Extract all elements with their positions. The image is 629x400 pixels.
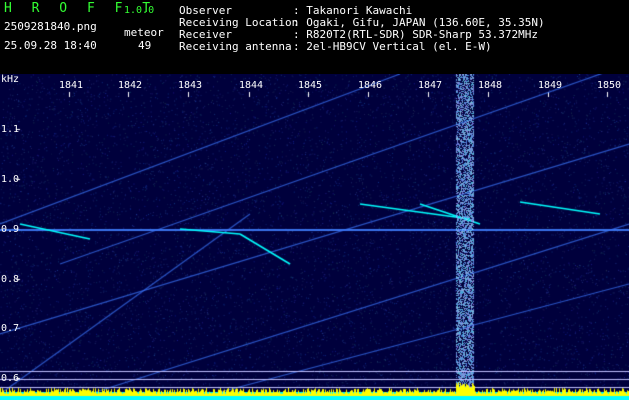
time-label: 1841 <box>59 80 84 91</box>
freq-axis-unit: kHz <box>1 74 20 85</box>
freq-label: 0.9 <box>1 224 20 235</box>
meteor-label: meteor <box>124 26 164 39</box>
time-label: 1843 <box>178 80 203 91</box>
datetime-label: 25.09.28 18:40 <box>4 39 97 52</box>
time-label: 1845 <box>298 80 323 91</box>
time-label: 1846 <box>358 80 383 91</box>
spectrogram-canvas <box>0 74 629 400</box>
time-label: 1850 <box>597 80 622 91</box>
freq-label: 1.1 <box>1 124 20 135</box>
info-value-antenna: : 2el-HB9CV Vertical (el. E-W) <box>293 40 492 53</box>
time-label: 1844 <box>239 80 264 91</box>
time-label: 1842 <box>118 80 143 91</box>
meteor-count: 49 <box>138 39 152 52</box>
time-label: 1847 <box>418 80 443 91</box>
header-panel: H R O F F T 1.0.0 2509281840.png 25.09.2… <box>0 0 629 74</box>
time-label: 1849 <box>538 80 563 91</box>
freq-label: 1.0 <box>1 174 20 185</box>
app-version: 1.0.0 <box>124 5 155 16</box>
file-name: 2509281840.png <box>4 20 97 33</box>
freq-label: 0.7 <box>1 323 20 334</box>
freq-label: 0.8 <box>1 274 20 285</box>
time-label: 1848 <box>478 80 503 91</box>
info-label-antenna: Receiving antenna <box>179 40 292 53</box>
freq-label: 0.6 <box>1 373 20 384</box>
